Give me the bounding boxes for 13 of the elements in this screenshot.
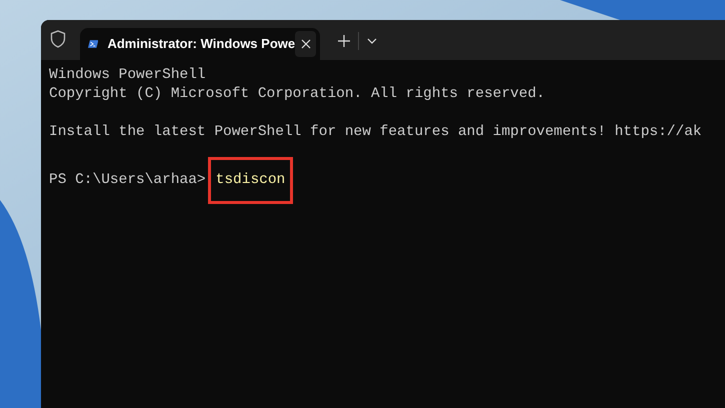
- plus-icon: [338, 35, 350, 47]
- tab-title: Administrator: Windows Powe: [107, 35, 296, 54]
- powershell-icon: [88, 38, 98, 50]
- console-output: Windows PowerShell: [49, 66, 206, 85]
- console-output: Copyright (C) Microsoft Corporation. All rights reserved.: [49, 85, 545, 104]
- chevron-down-icon: [367, 38, 377, 44]
- shield-icon: [50, 30, 66, 48]
- terminal-tab[interactable]: Administrator: Windows Powe: [80, 28, 320, 60]
- close-icon: [300, 39, 311, 49]
- console-output: Install the latest PowerShell for new features and improvements! https://ak: [49, 123, 702, 142]
- command-text: tsdiscon: [208, 157, 294, 204]
- close-button[interactable]: [295, 31, 316, 57]
- prompt-text: PS C:\Users\arhaa>: [49, 171, 206, 190]
